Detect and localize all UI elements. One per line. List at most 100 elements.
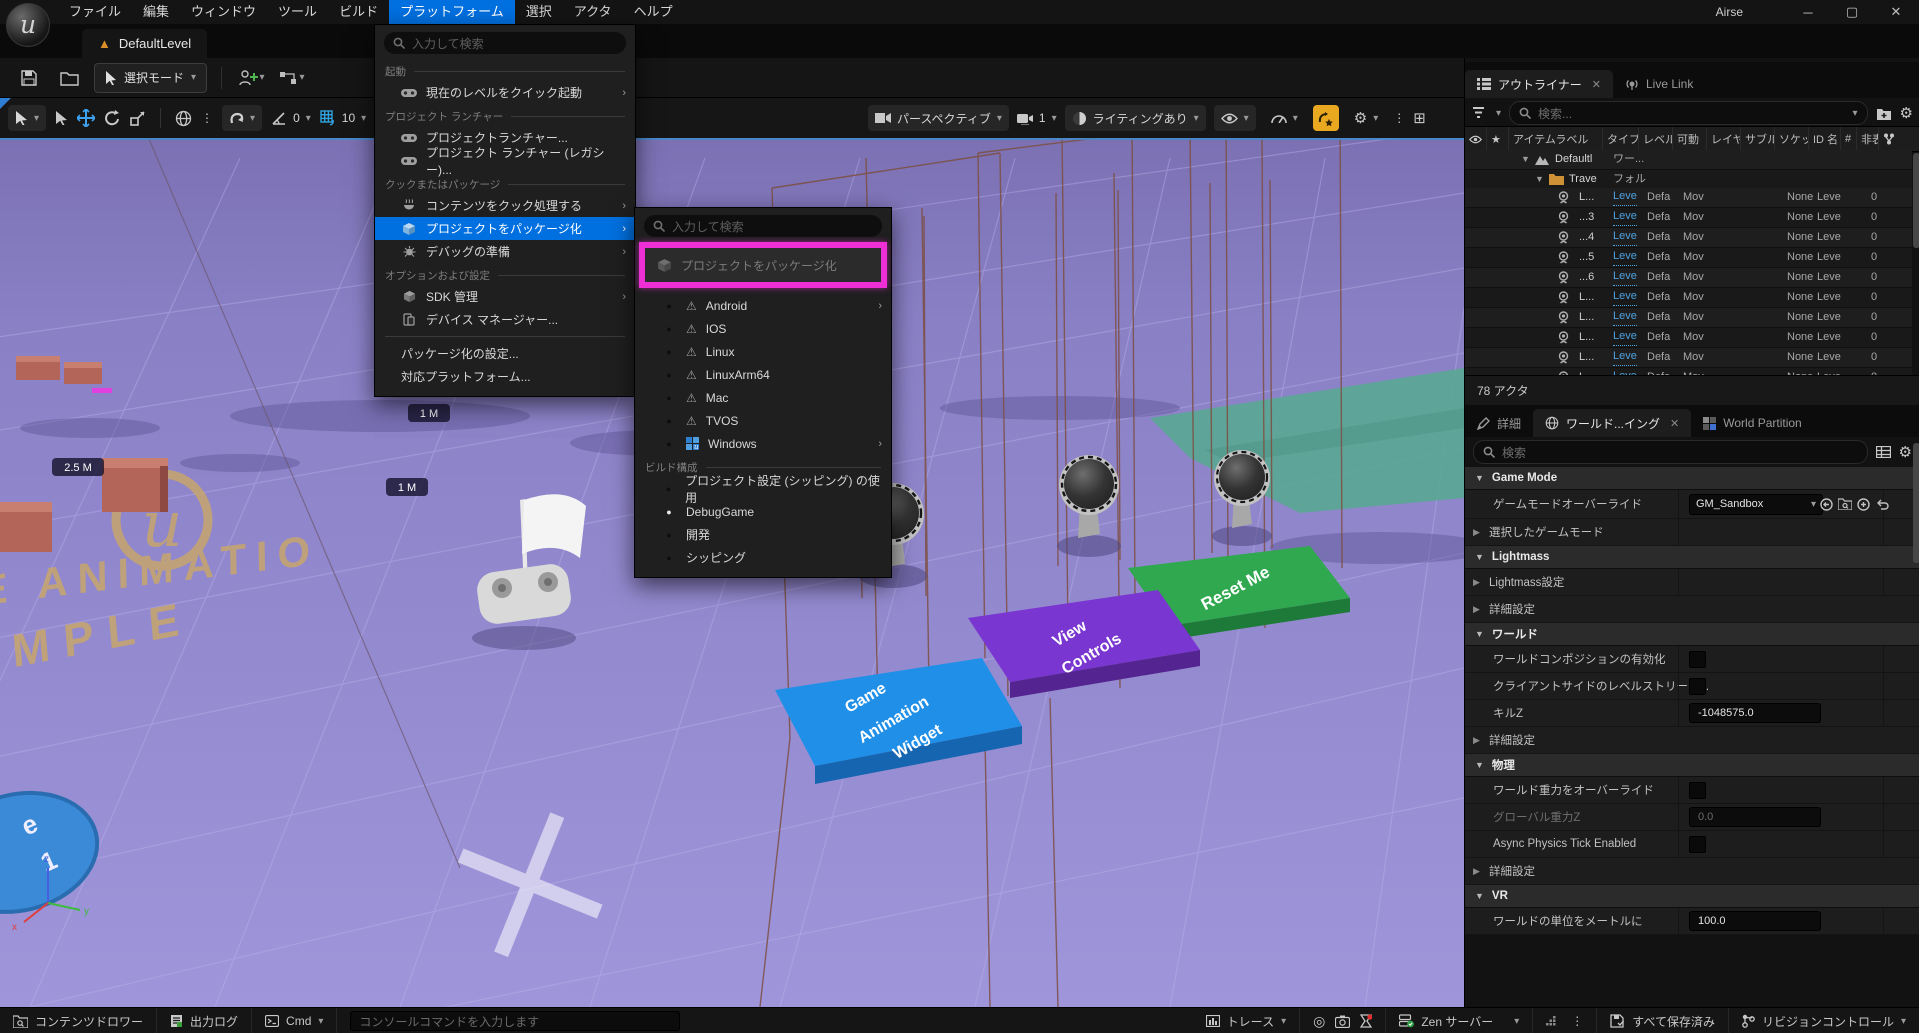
outliner-folder-row[interactable]: ▼ Trave フォル <box>1465 170 1912 190</box>
submenu-search-input[interactable]: 入力して検索 <box>644 215 882 237</box>
angle-snap-control[interactable]: 0 ▾ <box>271 111 311 126</box>
kill-z-input[interactable]: -1048575.0 <box>1689 703 1821 723</box>
submenu-item-tvos[interactable]: ● ⚠ TVOS <box>635 409 891 432</box>
menu-item-supported-platforms[interactable]: 対応プラットフォーム... <box>375 365 635 388</box>
section-vr[interactable]: ▼VR <box>1465 885 1919 908</box>
gamemode-override-select[interactable]: GM_Sandbox▾ <box>1689 494 1823 515</box>
outliner-settings-icon[interactable]: ⚙ <box>1900 104 1913 122</box>
close-button[interactable]: ✕ <box>1887 4 1905 20</box>
world-coordinate-icon[interactable] <box>175 110 192 127</box>
submenu-item-config-development[interactable]: ● 開発 <box>635 523 891 546</box>
section-lightmass[interactable]: ▼Lightmass <box>1465 546 1919 569</box>
move-tool-icon[interactable] <box>77 109 95 127</box>
viewport-more-dots-icon[interactable]: ⋮ <box>1393 111 1405 125</box>
zen-server-dropdown[interactable]: Zen サーバー ▾ <box>1386 1008 1533 1033</box>
tab-live-link[interactable]: Live Link <box>1613 70 1705 98</box>
browse-asset-icon[interactable] <box>1838 498 1852 510</box>
row-lightmass-settings[interactable]: ▶Lightmass設定 <box>1465 569 1919 596</box>
display-options-icon[interactable] <box>1876 446 1891 458</box>
menu-item-device-manager[interactable]: デバイス マネージャー... <box>375 308 635 331</box>
cmd-dropdown[interactable]: Cmd ▾ <box>252 1008 337 1033</box>
snapshot-icon[interactable] <box>1335 1015 1350 1028</box>
select-mode-dropdown[interactable]: 選択モード ▾ <box>94 63 207 93</box>
quad-layout-icon[interactable]: ⊞ <box>1413 109 1426 127</box>
row-lightmass-advanced[interactable]: ▶詳細設定 <box>1465 596 1919 623</box>
grid-snap-control[interactable]: 10 ▾ <box>320 110 366 126</box>
game-view-dial-dropdown[interactable]: ▾ <box>1264 105 1305 131</box>
outliner-actor-row[interactable]: L... Leve Defa Mov None Leve 0 <box>1465 308 1912 328</box>
viewport-options-dots-icon[interactable]: ⋮ <box>201 111 213 125</box>
client-streaming-checkbox[interactable] <box>1689 678 1706 695</box>
select-tool-icon[interactable] <box>55 111 68 125</box>
outliner-column-headers[interactable]: ★ アイテムラベル タイプ レベル 可動 レイヤ サブル ソケッ ID 名 # … <box>1465 126 1919 152</box>
minimize-button[interactable]: ─ <box>1799 5 1817 20</box>
details-scrollbar[interactable] <box>1913 443 1919 563</box>
level-link[interactable]: Leve <box>1613 268 1637 286</box>
tab-world-settings[interactable]: ワールド...イング ✕ <box>1533 409 1691 437</box>
level-link[interactable]: Leve <box>1613 348 1637 366</box>
level-tab[interactable]: ▲ DefaultLevel <box>82 29 207 58</box>
submenu-item-linuxarm64[interactable]: ● ⚠ LinuxArm64 <box>635 363 891 386</box>
outliner-actor-row[interactable]: ...3 Leve Defa Mov None Leve 0 <box>1465 208 1912 228</box>
level-link[interactable]: Leve <box>1613 308 1637 326</box>
filter-icon[interactable] <box>1473 107 1488 119</box>
submenu-item-ios[interactable]: ● ⚠ IOS <box>635 317 891 340</box>
save-icon[interactable] <box>14 64 44 92</box>
gravity-override-checkbox[interactable] <box>1689 782 1706 799</box>
menu-build[interactable]: ビルド <box>328 0 389 24</box>
menu-item-package-project[interactable]: プロジェクトをパッケージ化› <box>375 217 635 240</box>
outliner-world-row[interactable]: ▼ Defaultl ワー... <box>1465 150 1912 170</box>
tab-close-icon[interactable]: ✕ <box>1592 78 1601 91</box>
outliner-actor-row[interactable]: L... Leve Defa Mov None Leve 0 <box>1465 288 1912 308</box>
editor-mode-icon[interactable]: ▾ <box>8 105 46 131</box>
section-game-mode[interactable]: ▼Game Mode <box>1465 467 1919 490</box>
row-physics-advanced[interactable]: ▶詳細設定 <box>1465 858 1919 885</box>
level-link[interactable]: Leve <box>1613 188 1637 206</box>
world-to-meters-input[interactable]: 100.0 <box>1689 911 1821 931</box>
output-log-button[interactable]: 出力ログ <box>157 1008 252 1033</box>
content-browser-icon[interactable] <box>54 64 84 92</box>
tab-details[interactable]: 詳細 <box>1465 409 1533 437</box>
world-composition-checkbox[interactable] <box>1689 651 1706 668</box>
menu-item-prepare-debug[interactable]: デバッグの準備› <box>375 240 635 263</box>
camera-speed-control[interactable]: 1 ▾ <box>1017 111 1057 125</box>
outliner-actor-row[interactable]: L... Leve Defa Mov None Leve 0 <box>1465 188 1912 208</box>
view-mode-dropdown[interactable]: ライティングあり ▾ <box>1065 105 1206 131</box>
details-settings-icon[interactable]: ⚙ <box>1899 443 1912 461</box>
level-link[interactable]: Leve <box>1613 328 1637 346</box>
edit-asset-icon[interactable] <box>1857 498 1870 511</box>
menu-edit[interactable]: 編集 <box>132 0 180 24</box>
menu-item-quick-launch[interactable]: 現在のレベルをクイック起動› <box>375 81 635 104</box>
surface-snap-dropdown[interactable]: ▾ <box>222 105 262 131</box>
menu-item-cook-content[interactable]: コンテンツをクック処理する› <box>375 194 635 217</box>
section-physics[interactable]: ▼物理 <box>1465 754 1919 777</box>
row-world-advanced[interactable]: ▶詳細設定 <box>1465 727 1919 754</box>
level-link[interactable]: Leve <box>1613 288 1637 306</box>
submenu-item-config-debuggame[interactable]: ● DebugGame <box>635 500 891 523</box>
submenu-item-mac[interactable]: ● ⚠ Mac <box>635 386 891 409</box>
ddc-grid-icon[interactable] <box>1546 1015 1559 1027</box>
section-world[interactable]: ▼ワールド <box>1465 623 1919 646</box>
details-search-input[interactable]: 検索 <box>1473 440 1868 464</box>
submenu-item-config-project-settings[interactable]: ● プロジェクト設定 (シッピング) の使用 <box>635 477 891 500</box>
rotate-tool-icon[interactable] <box>104 110 121 127</box>
revision-control-dropdown[interactable]: リビジョンコントロール ▾ <box>1729 1008 1919 1033</box>
maximize-button[interactable]: ▢ <box>1843 4 1861 20</box>
save-status-button[interactable]: すべて保存済み <box>1597 1008 1729 1033</box>
trace-dropdown[interactable]: トレース ▾ <box>1193 1008 1300 1033</box>
async-physics-checkbox[interactable] <box>1689 836 1706 853</box>
outliner-actor-row[interactable]: ...6 Leve Defa Mov None Leve 0 <box>1465 268 1912 288</box>
cinematic-toggle-button[interactable] <box>1313 105 1339 131</box>
outliner-actor-row[interactable]: ...5 Leve Defa Mov None Leve 0 <box>1465 248 1912 268</box>
perspective-dropdown[interactable]: パースペクティブ ▾ <box>868 105 1009 131</box>
outliner-actor-row[interactable]: L... Leve Defa Mov None Leve 0 <box>1465 348 1912 368</box>
submenu-item-android[interactable]: ● ⚠ Android› <box>635 294 891 317</box>
gravity-z-input[interactable]: 0.0 <box>1689 807 1821 827</box>
menu-actor[interactable]: アクタ <box>563 0 623 24</box>
blueprints-icon[interactable]: ▾ <box>276 64 306 92</box>
level-link[interactable]: Leve <box>1613 248 1637 266</box>
submenu-item-package-project-disabled[interactable]: プロジェクトをパッケージ化 <box>645 248 881 282</box>
submenu-item-config-shipping[interactable]: ● シッピング <box>635 546 891 569</box>
pending-tasks-icon[interactable] <box>1360 1014 1372 1028</box>
menu-window[interactable]: ウィンドウ <box>180 0 267 24</box>
